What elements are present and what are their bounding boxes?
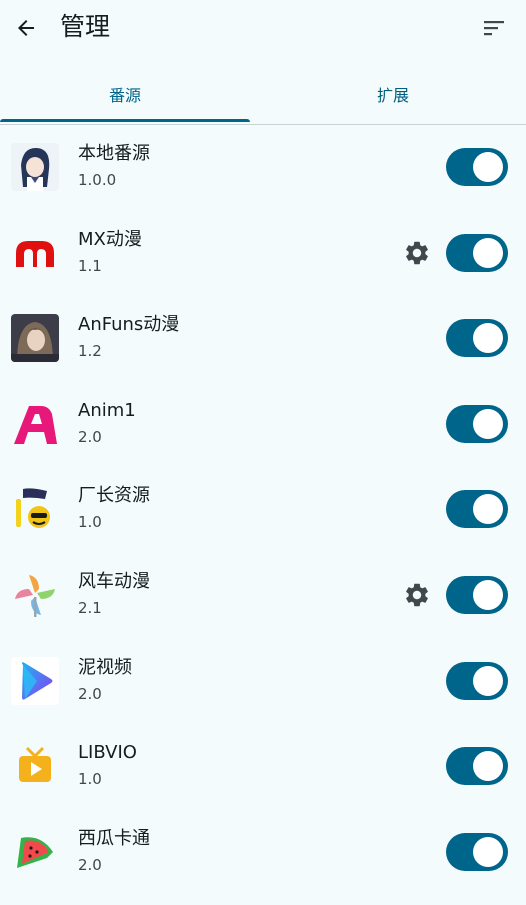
source-version: 2.0 [78, 684, 102, 703]
source-version: 1.0 [78, 770, 102, 789]
source-version: 1.0.0 [78, 171, 117, 189]
toggle-knob [473, 579, 503, 610]
toggle-knob [473, 494, 503, 525]
anfuns-avatar-icon [11, 314, 59, 363]
play-triangle-icon [11, 656, 59, 705]
mx-logo-icon [11, 228, 59, 277]
back-button[interactable] [12, 12, 40, 44]
settings-button[interactable] [403, 239, 431, 267]
source-version: 1.0 [78, 513, 102, 532]
toggle-knob [473, 323, 503, 354]
toggle-knob [473, 152, 503, 182]
tab-sources[interactable]: 番源 [0, 66, 250, 122]
tab-label: 番源 [108, 86, 141, 105]
list-item[interactable]: MX动漫 1.1 [0, 210, 526, 296]
source-name: 风车动漫 [78, 570, 150, 592]
enable-toggle[interactable] [446, 319, 508, 358]
czzy-logo-icon [11, 485, 59, 534]
list-item[interactable]: AnFuns动漫 1.2 [0, 295, 526, 381]
source-name: MX动漫 [78, 228, 142, 250]
app-bar: 管理 [0, 0, 526, 56]
enable-toggle[interactable] [446, 832, 508, 871]
sort-button[interactable] [478, 14, 510, 42]
source-name: 西瓜卡通 [78, 827, 150, 849]
settings-button[interactable] [403, 581, 431, 609]
list-item[interactable]: 本地番源 1.0.0 [0, 124, 526, 210]
toggle-knob [473, 408, 503, 439]
anim1-logo-icon [11, 399, 59, 448]
toggle-knob [473, 237, 503, 268]
tab-bar: 番源 扩展 [0, 66, 526, 125]
gear-icon [406, 583, 428, 607]
enable-toggle[interactable] [446, 490, 508, 529]
source-list: 本地番源 1.0.0 MX动漫 1.1 AnFuns动漫 1.2 Anim1 2… [0, 124, 526, 894]
page-title: 管理 [60, 12, 111, 41]
source-name: Anim1 [78, 399, 136, 421]
tab-extensions[interactable]: 扩展 [268, 66, 518, 122]
source-name: AnFuns动漫 [78, 314, 180, 336]
list-item[interactable]: 厂长资源 1.0 [0, 466, 526, 552]
enable-toggle[interactable] [446, 661, 508, 700]
source-name: 泥视频 [78, 656, 132, 678]
tab-label: 扩展 [376, 86, 409, 105]
enable-toggle[interactable] [446, 747, 508, 786]
watermelon-icon [11, 827, 59, 876]
source-version: 1.1 [78, 256, 102, 275]
source-name: 本地番源 [78, 143, 150, 164]
enable-toggle[interactable] [446, 148, 508, 186]
list-item[interactable]: 西瓜卡通 2.0 [0, 809, 526, 895]
pinwheel-icon [11, 570, 59, 619]
list-item[interactable]: 风车动漫 2.1 [0, 552, 526, 638]
source-name: 厂长资源 [78, 485, 150, 507]
list-item[interactable]: LIBVIO 1.0 [0, 723, 526, 809]
anime-girl-avatar-icon [11, 143, 59, 191]
enable-toggle[interactable] [446, 404, 508, 443]
gear-icon [406, 241, 428, 264]
list-item[interactable]: 泥视频 2.0 [0, 638, 526, 724]
toggle-knob [473, 751, 503, 782]
source-version: 2.0 [78, 855, 102, 874]
list-item[interactable]: Anim1 2.0 [0, 381, 526, 467]
tv-play-icon [11, 742, 59, 791]
source-name: LIBVIO [78, 742, 137, 764]
sort-icon [484, 21, 504, 36]
tab-indicator [0, 119, 250, 122]
arrow-back-icon [18, 20, 34, 36]
toggle-knob [473, 665, 503, 696]
toggle-knob [473, 836, 503, 867]
source-version: 1.2 [78, 342, 102, 361]
source-version: 2.0 [78, 427, 102, 446]
enable-toggle[interactable] [446, 575, 508, 614]
source-version: 2.1 [78, 598, 102, 617]
enable-toggle[interactable] [446, 233, 508, 272]
